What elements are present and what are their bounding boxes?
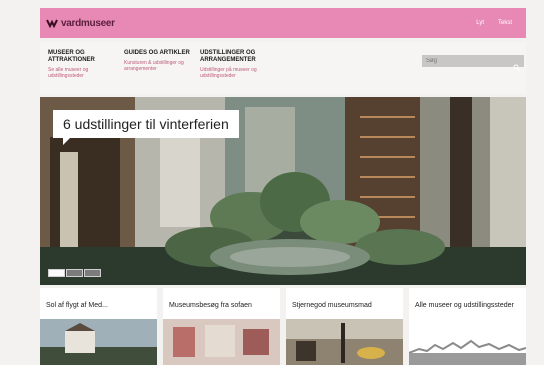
nav-item-title: GUIDES OG ARTIKLER [124,50,190,56]
logo-text: vardmuseer [61,17,115,29]
search-box[interactable] [422,55,524,71]
carousel-dot-1[interactable] [48,269,65,277]
card-image [163,319,280,365]
search-icon[interactable] [513,58,520,71]
top-bar: vardmuseer Lyt Tekst [40,8,526,38]
card-image [286,319,403,365]
card[interactable]: Sol af flygt af Med... [40,288,157,365]
card-title: Museumsbesøg fra sofaen [169,302,252,309]
nav-item-exhibitions[interactable]: UDSTILLINGER OG ARRANGEMENTER Udstilling… [200,50,275,79]
top-link-lyt[interactable]: Lyt [476,20,484,26]
nav-item-title: MUSEER OG ATTRAKTIONER [48,50,95,63]
hero-callout-text: 6 udstillinger til vinterferien [63,116,229,132]
top-links: Lyt Tekst [476,20,512,26]
card-image [409,319,526,365]
carousel-indicators [48,269,101,277]
logo[interactable]: vardmuseer [46,17,115,29]
hero-callout[interactable]: 6 udstillinger til vinterferien [53,110,239,145]
carousel-dot-3[interactable] [84,269,101,277]
card-row: Sol af flygt af Med... Museumsbesøg fra … [40,288,532,365]
search-input[interactable] [426,58,496,64]
card-title: Sol af flygt af Med... [46,302,108,309]
card-title: Alle museer og udstillingssteder [415,302,514,309]
card-image [40,319,157,365]
logo-icon [46,17,58,29]
nav-item-title: UDSTILLINGER OG ARRANGEMENTER [200,50,256,63]
nav-item-subtitle: Se alle museer og udstillingssteder [48,67,89,79]
nav-item-museums[interactable]: MUSEER OG ATTRAKTIONER Se alle museer og… [48,50,123,79]
card[interactable]: Alle museer og udstillingssteder [409,288,526,365]
carousel-dot-2[interactable] [66,269,83,277]
nav-item-guides[interactable]: GUIDES OG ARTIKLER Kunsturen & udstillin… [124,50,199,72]
nav-item-subtitle: Kunsturen & udstillinger og arrangemente… [124,60,184,72]
card[interactable]: Museumsbesøg fra sofaen [163,288,280,365]
card-title: Stjernegod museumsmad [292,302,372,309]
main-navigation: MUSEER OG ATTRAKTIONER Se alle museer og… [40,42,526,94]
top-link-tekst[interactable]: Tekst [498,20,512,26]
card[interactable]: Stjernegod museumsmad [286,288,403,365]
nav-item-subtitle: Udstillinger på museer og udstillingsste… [200,67,257,79]
